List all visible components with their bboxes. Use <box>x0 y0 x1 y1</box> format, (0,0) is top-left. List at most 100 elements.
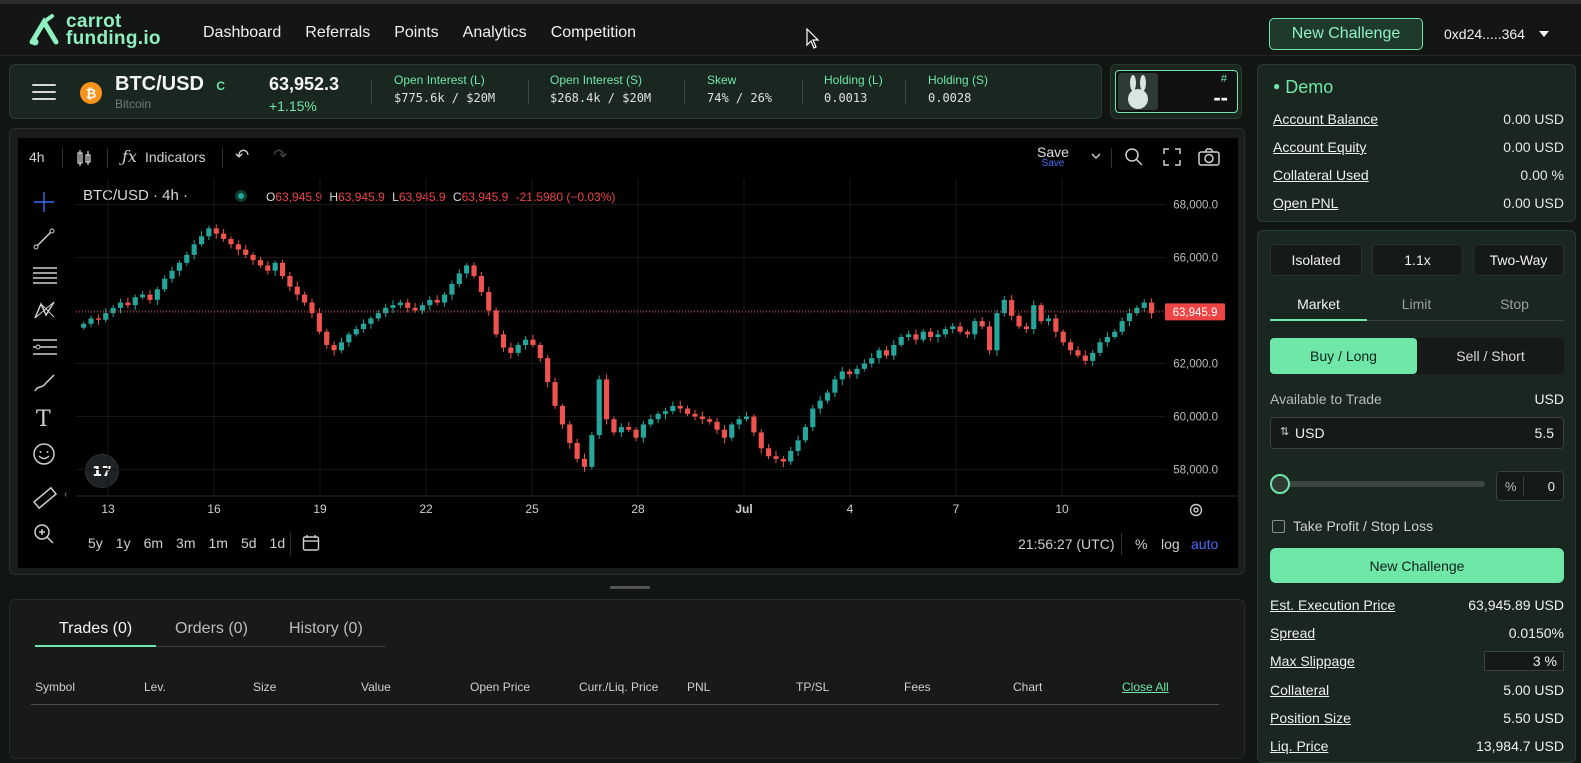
carrot-funding-logo[interactable]: carrot funding.io <box>28 12 161 48</box>
collapse-toolbar-icon[interactable]: ‹ <box>64 489 67 500</box>
range-selector: 5y 1y 6m 3m 1m 5d 1d <box>88 535 285 551</box>
market-selector[interactable]: BTC/USD C Bitcoin <box>115 73 225 111</box>
main-nav: Dashboard Referrals Points Analytics Com… <box>203 24 636 42</box>
candle-body <box>662 411 669 414</box>
emoji-icon[interactable] <box>32 442 56 466</box>
zoom-in-icon[interactable] <box>32 522 56 546</box>
range-3m[interactable]: 3m <box>176 535 195 551</box>
leverage-slider-track[interactable] <box>1270 481 1485 487</box>
candle-body <box>221 233 227 239</box>
tab-limit[interactable]: Limit <box>1368 296 1465 312</box>
nav-points[interactable]: Points <box>394 24 438 42</box>
tradingview-chart[interactable]: 4h ƒx Indicators ↶ ↷ Save Save T ‹ 𝟭𝟳 BT… <box>18 138 1238 568</box>
range-5y[interactable]: 5y <box>88 535 103 551</box>
candle-type-icon[interactable] <box>76 149 92 167</box>
undo-icon[interactable]: ↶ <box>235 146 249 166</box>
position-mode-button[interactable]: Two-Way <box>1473 244 1564 276</box>
redo-icon[interactable]: ↷ <box>273 146 287 166</box>
text-tool-icon[interactable]: T <box>36 407 68 432</box>
settings-gear-icon[interactable] <box>1188 502 1204 518</box>
candlestick-plot[interactable]: 68,000.066,000.064,000.062,000.060,000.0… <box>76 178 1238 568</box>
leverage-button[interactable]: 1.1x <box>1372 244 1463 276</box>
candle-body <box>545 358 551 383</box>
account-equity-label[interactable]: Account Equity <box>1273 139 1366 155</box>
nav-dashboard[interactable]: Dashboard <box>203 24 281 42</box>
liq-price-row: Liq. Price 13,984.7 USD <box>1270 738 1564 754</box>
candle-body <box>640 424 646 438</box>
ruler-icon[interactable] <box>32 486 58 510</box>
candle-body <box>1104 337 1110 343</box>
tab-orders[interactable]: Orders (0) <box>175 620 248 638</box>
panel-resize-handle[interactable] <box>610 586 650 589</box>
log-scale-toggle[interactable]: log <box>1161 536 1180 552</box>
brush-icon[interactable] <box>32 371 58 395</box>
column-value: Value <box>361 680 391 694</box>
auto-scale-toggle[interactable]: auto <box>1191 536 1218 552</box>
wallet-dropdown[interactable]: 0xd24.....364 <box>1444 26 1549 42</box>
account-mode-label: Demo <box>1285 77 1334 97</box>
horizontal-lines-icon[interactable] <box>32 263 58 287</box>
order-panel: Isolated 1.1x Two-Way Market Limit Stop … <box>1257 230 1576 763</box>
indicators-button[interactable]: ƒx Indicators <box>122 147 206 166</box>
interval-selector[interactable]: 4h <box>29 149 45 165</box>
amount-input[interactable]: ⇅ USD 5.5 <box>1270 417 1564 449</box>
trend-line-icon[interactable] <box>32 227 56 251</box>
collateral-label[interactable]: Collateral <box>1270 682 1329 698</box>
chart-clock[interactable]: 21:56:27 (UTC) <box>1018 536 1114 552</box>
tab-stop[interactable]: Stop <box>1466 296 1563 312</box>
divider <box>1111 148 1112 168</box>
position-size-label[interactable]: Position Size <box>1270 710 1351 726</box>
carrot-logo-icon <box>29 14 59 46</box>
account-balance-label[interactable]: Account Balance <box>1273 111 1378 127</box>
projection-tool-icon[interactable] <box>32 335 58 359</box>
range-1y[interactable]: 1y <box>116 535 131 551</box>
calendar-icon[interactable] <box>302 534 320 552</box>
tab-market[interactable]: Market <box>1270 296 1367 312</box>
sell-short-button[interactable]: Sell / Short <box>1417 338 1564 374</box>
tp-sl-checkbox[interactable] <box>1272 520 1285 533</box>
candle-body <box>780 458 786 462</box>
max-slippage-input[interactable]: 3 % <box>1484 651 1564 671</box>
spread-label[interactable]: Spread <box>1270 625 1315 641</box>
percent-scale-toggle[interactable]: % <box>1135 536 1147 552</box>
nav-competition[interactable]: Competition <box>551 24 636 42</box>
quick-search-icon[interactable] <box>1124 147 1144 167</box>
candles <box>81 224 1155 472</box>
range-1d[interactable]: 1d <box>270 535 286 551</box>
save-button[interactable]: Save Save <box>1037 144 1069 169</box>
close-all-button[interactable]: Close All <box>1122 680 1169 694</box>
range-6m[interactable]: 6m <box>144 535 163 551</box>
percent-input[interactable]: % 0 <box>1496 471 1564 501</box>
open-pnl-label[interactable]: Open PNL <box>1273 195 1338 211</box>
margin-mode-button[interactable]: Isolated <box>1270 244 1362 276</box>
nav-referrals[interactable]: Referrals <box>305 24 370 42</box>
leverage-slider-thumb[interactable] <box>1270 474 1290 494</box>
range-1m[interactable]: 1m <box>209 535 228 551</box>
position-size-row: Position Size 5.50 USD <box>1270 710 1564 726</box>
new-challenge-header-button[interactable]: New Challenge <box>1269 18 1423 50</box>
submit-new-challenge-button[interactable]: New Challenge <box>1270 548 1564 583</box>
tab-trades[interactable]: Trades (0) <box>59 620 132 638</box>
collateral-used-label[interactable]: Collateral Used <box>1273 167 1369 183</box>
nav-analytics[interactable]: Analytics <box>463 24 527 42</box>
fullscreen-icon[interactable] <box>1163 148 1181 166</box>
swap-unit-icon[interactable]: ⇅ <box>1280 425 1289 438</box>
active-tab-indicator <box>1270 319 1367 321</box>
liq-price-label[interactable]: Liq. Price <box>1270 738 1328 754</box>
rank-card[interactable]: # -- <box>1110 64 1242 119</box>
account-equity-row: Account Equity 0.00 USD <box>1273 139 1564 155</box>
est-execution-price-label[interactable]: Est. Execution Price <box>1270 597 1395 613</box>
candle-body <box>1009 299 1015 316</box>
stat-holding-short: Holding (S) 0.0028 <box>928 73 988 105</box>
pattern-tool-icon[interactable] <box>32 299 58 323</box>
candle-body <box>338 342 345 351</box>
stat-label: Holding (S) <box>928 73 989 87</box>
buy-long-button[interactable]: Buy / Long <box>1270 338 1417 374</box>
chevron-down-icon[interactable] <box>1091 153 1101 159</box>
max-slippage-label[interactable]: Max Slippage <box>1270 653 1355 671</box>
crosshair-icon[interactable] <box>32 190 56 214</box>
camera-icon[interactable] <box>1198 148 1220 166</box>
range-5d[interactable]: 5d <box>241 535 257 551</box>
tab-history[interactable]: History (0) <box>289 620 363 638</box>
menu-icon[interactable] <box>32 84 56 100</box>
